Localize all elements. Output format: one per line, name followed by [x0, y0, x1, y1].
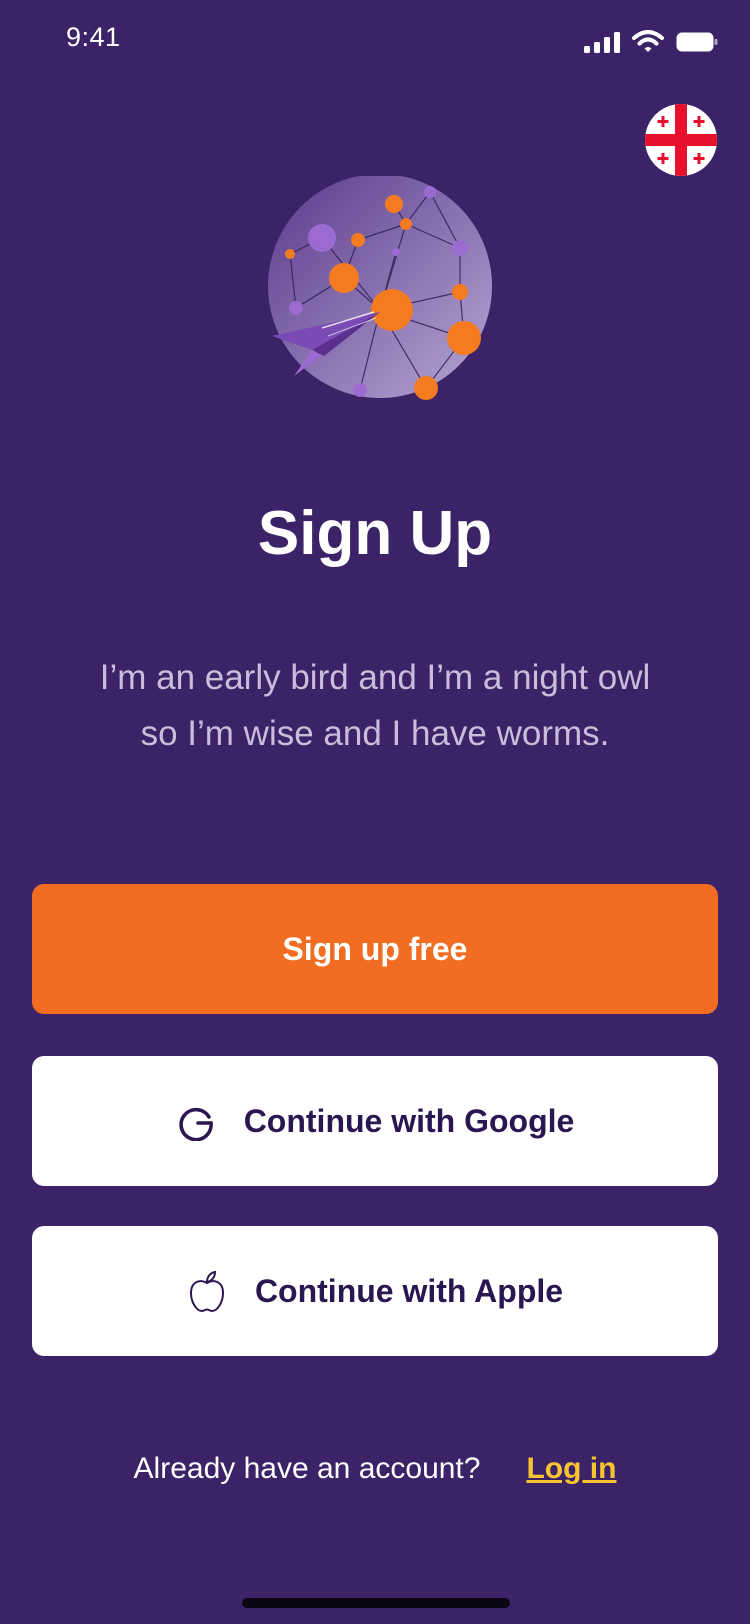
google-icon [176, 1101, 216, 1141]
continue-with-apple-button[interactable]: Continue with Apple [32, 1226, 718, 1356]
language-selector-button[interactable] [645, 104, 717, 176]
status-bar: 9:41 [0, 0, 750, 88]
cellular-signal-icon [584, 31, 620, 58]
page-subtitle: I’m an early bird and I’m a night owl so… [99, 658, 651, 753]
continue-with-google-button[interactable]: Continue with Google [32, 1056, 718, 1186]
login-prompt-text: Already have an account? [133, 1452, 481, 1485]
battery-icon [676, 31, 718, 58]
apple-icon [187, 1270, 227, 1313]
continue-with-apple-label: Continue with Apple [254, 1272, 564, 1309]
status-time: 9:41 [66, 22, 121, 52]
network-globe-paper-plane-illustration [268, 176, 492, 400]
continue-with-google-label: Continue with Google [243, 1102, 575, 1139]
status-icons [584, 30, 718, 59]
log-in-link[interactable]: Log in [526, 1452, 616, 1486]
login-prompt: Already have an account? Log in [0, 1452, 750, 1486]
wifi-icon [632, 30, 664, 59]
home-indicator [242, 1598, 510, 1608]
georgia-flag-icon [645, 104, 717, 176]
page-title: Sign Up [257, 499, 493, 568]
sign-up-free-label: Sign up free [282, 930, 468, 967]
sign-up-free-button[interactable]: Sign up free [32, 884, 718, 1014]
